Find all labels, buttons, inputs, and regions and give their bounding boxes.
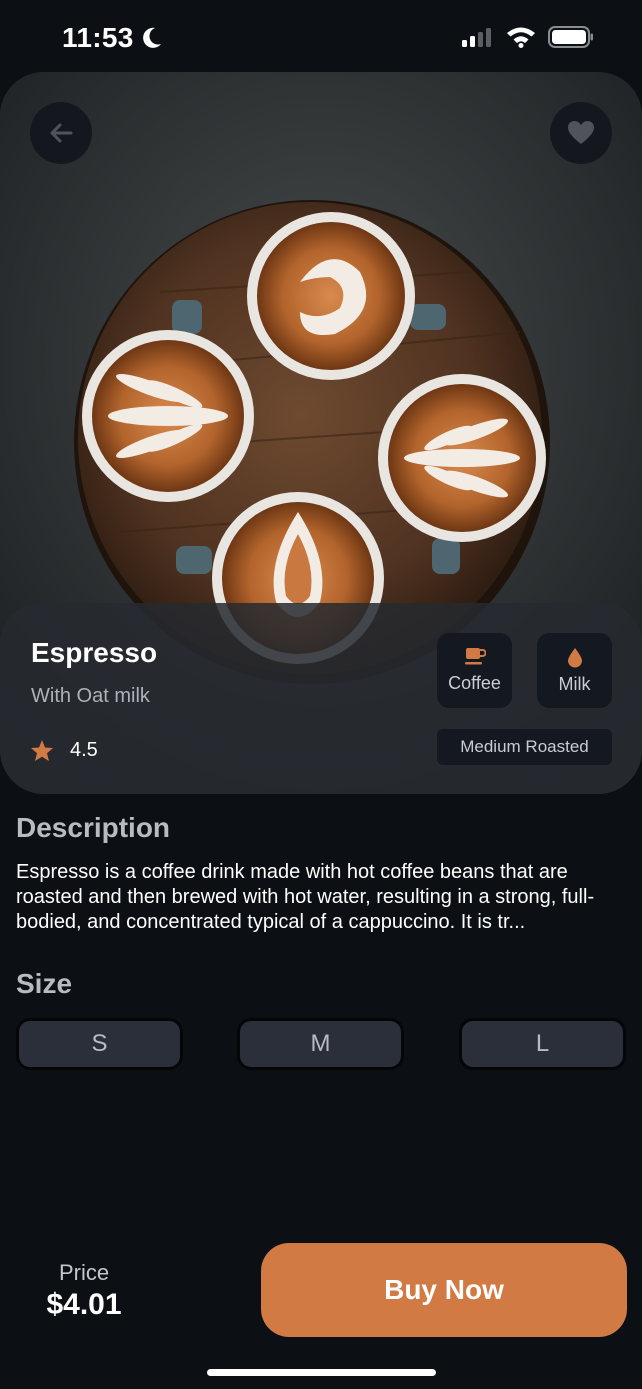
product-hero: Espresso With Oat milk 4.5 Coffee Milk M… [0,72,642,794]
tag-coffee: Coffee [437,633,512,708]
arrow-left-icon [50,123,73,143]
status-indicators [462,26,594,48]
size-button-l[interactable]: L [459,1018,626,1070]
drop-icon [567,647,582,667]
product-rating: 4.5 [30,739,98,762]
product-name: Espresso [31,637,158,668]
back-button[interactable] [30,102,92,164]
price-value: $4.01 [46,1288,122,1321]
tag-milk: Milk [537,633,612,708]
tag-milk-label: Milk [558,673,591,694]
buy-now-button[interactable]: Buy Now [261,1243,627,1337]
favorite-button[interactable] [550,102,612,164]
status-time-text: 11:53 [62,22,134,53]
size-heading: Size [16,968,73,999]
description-text[interactable]: Espresso is a coffee drink made with hot… [16,860,626,935]
rating-value: 4.5 [70,739,98,761]
status-bar: 11:53 [0,0,642,72]
size-button-m[interactable]: M [237,1018,404,1070]
roast-badge: Medium Roasted [437,729,612,765]
moon-icon [142,27,161,48]
wifi-icon [507,27,535,48]
cellular-signal-icon [462,28,491,47]
battery-icon [548,26,593,48]
product-info-panel: Espresso With Oat milk 4.5 Coffee Milk M… [0,603,642,794]
tag-coffee-label: Coffee [448,673,501,693]
coffee-cup-icon [464,648,486,665]
description-heading: Description [16,812,171,843]
status-time: 11:53 [62,22,162,54]
price-label: Price [58,1260,110,1285]
heart-icon [568,121,594,144]
home-indicator[interactable] [207,1369,436,1376]
product-subtitle: With Oat milk [31,685,150,707]
size-button-s[interactable]: S [16,1018,183,1070]
star-icon [31,740,53,761]
